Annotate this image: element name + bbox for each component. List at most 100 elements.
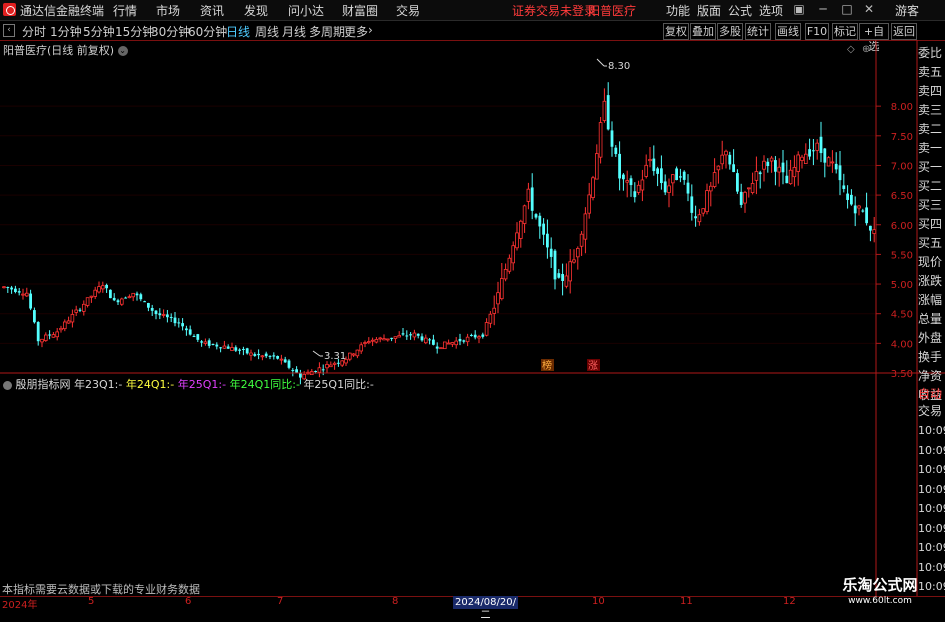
close-icon[interactable]: ✕ <box>860 1 878 17</box>
candle-body <box>503 269 508 280</box>
candle-body <box>762 160 766 170</box>
period-60min[interactable]: 60分钟 <box>188 23 227 40</box>
menu-wenxiaoda[interactable]: 问小达 <box>288 2 324 19</box>
tick-time: 10:09 <box>918 521 945 535</box>
ind-24q1-yoy-value: - <box>295 378 300 391</box>
period-1min[interactable]: 1分钟 <box>50 23 82 40</box>
menu-xuanxiang[interactable]: 选项 <box>759 2 783 19</box>
diamond-icon[interactable]: ◇ <box>847 44 855 55</box>
candle-body <box>743 191 747 204</box>
candle-body <box>640 179 645 191</box>
price-axis: 3.50 4.00 4.50 5.00 5.50 6.00 6.50 7.00 7.50 8.00 <box>876 102 913 380</box>
menu-caifuquan[interactable]: 财富圈 <box>342 2 378 19</box>
watermark-url: www.60lt.com <box>848 596 912 606</box>
period-fenshi[interactable]: 分时 <box>22 23 46 40</box>
candle-body <box>758 172 762 175</box>
candle-body <box>750 183 755 193</box>
indicator-note: 本指标需要云数据或下载的专业财务数据 <box>2 583 200 596</box>
tool-duogu[interactable]: 多股 <box>717 23 743 40</box>
candle-body <box>629 178 633 186</box>
ind-24q1-value: - <box>170 378 175 391</box>
candle-body <box>370 339 375 342</box>
y-tick-label: 7.50 <box>891 132 913 143</box>
menu-jiaoyi[interactable]: 交易 <box>396 2 420 19</box>
period-weekly[interactable]: 周线 <box>255 23 279 40</box>
kline-chart[interactable]: 3.50 4.00 4.50 5.00 5.50 6.00 6.50 7.00 7.50 8.00… <box>0 40 945 596</box>
tool-diejia[interactable]: 叠加 <box>690 23 716 40</box>
rp-trade[interactable]: 交易 <box>918 402 945 421</box>
period-30min[interactable]: 30分钟 <box>151 23 190 40</box>
candle-body <box>93 289 98 297</box>
candle-body <box>530 187 534 211</box>
expand-icon[interactable]: ⊕ <box>862 44 870 55</box>
menu-hangqing[interactable]: 行情 <box>113 2 137 19</box>
x-label: 11 <box>680 596 693 607</box>
tool-fanhui[interactable]: 返回 <box>891 23 917 40</box>
indicator-name[interactable]: 殷朋指标网 <box>16 378 71 391</box>
candle-body <box>785 175 789 184</box>
login-notice[interactable]: 证券交易未登录 <box>512 2 596 19</box>
candle-body <box>660 168 663 184</box>
menu-faxian[interactable]: 发现 <box>244 2 268 19</box>
candle-body <box>679 176 682 178</box>
period-daily[interactable]: 日线 <box>226 23 250 40</box>
watermark-title: 乐淘公式网 <box>842 576 918 594</box>
candle-body <box>819 136 823 154</box>
candle-body <box>321 369 325 371</box>
chevron-right-icon[interactable]: › <box>368 23 373 37</box>
period-5min[interactable]: 5分钟 <box>83 23 115 40</box>
candle-body <box>458 338 462 342</box>
candle-body <box>808 149 811 157</box>
candle-body <box>800 156 804 161</box>
tool-biaoji[interactable]: 标记 <box>832 23 858 40</box>
candle-body <box>846 193 849 200</box>
period-15min[interactable]: 15分钟 <box>115 23 154 40</box>
guest-label[interactable]: 游客 <box>895 2 919 19</box>
candle-body <box>830 161 835 164</box>
candle-body <box>812 150 815 152</box>
candle-body <box>736 173 739 192</box>
watermark: 乐淘公式网 www.60lt.com <box>830 574 930 606</box>
candle-body <box>249 352 253 356</box>
period-more[interactable]: 更多 <box>344 23 368 40</box>
candle-body <box>712 172 717 187</box>
menu-shichang[interactable]: 市场 <box>156 2 180 19</box>
rp-buy3: 买三 <box>918 198 943 212</box>
minimize-icon[interactable]: ─ <box>814 1 832 17</box>
maximize-icon[interactable]: □ <box>838 1 856 17</box>
candle-body <box>432 339 435 345</box>
tool-huaxian[interactable]: 画线 <box>775 23 801 40</box>
menu-gongshi[interactable]: 公式 <box>728 2 752 19</box>
candle-body <box>796 154 800 172</box>
period-monthly[interactable]: 月线 <box>282 23 306 40</box>
candle-body <box>226 346 230 349</box>
tool-fuquan[interactable]: 复权 <box>663 23 689 40</box>
tool-add-watchlist[interactable]: +自选 <box>859 23 889 53</box>
chevron-down-icon[interactable]: ⌄ <box>117 46 128 56</box>
skin-icon[interactable]: ▣ <box>790 1 808 17</box>
ind-25q1-yoy-value: - <box>369 378 374 391</box>
period-multi[interactable]: 多周期 <box>309 23 345 40</box>
candle-body <box>385 338 390 341</box>
tool-f10[interactable]: F10 <box>805 23 829 40</box>
marker-zhang-label: 涨 <box>588 360 598 372</box>
ind-23q1-value: - <box>118 378 123 391</box>
candle-body <box>470 334 473 336</box>
candle-body <box>291 369 295 371</box>
candle-body <box>625 180 629 183</box>
candle-body <box>420 336 424 341</box>
candle-body <box>40 338 44 343</box>
menu-banmian[interactable]: 版面 <box>697 2 721 19</box>
candle-body <box>109 289 112 299</box>
candle-body <box>701 208 705 214</box>
candle-body <box>697 214 702 223</box>
menu-zixun[interactable]: 资讯 <box>200 2 224 19</box>
candle-body <box>675 168 678 181</box>
chevron-left-icon[interactable]: ‹ <box>3 24 15 37</box>
candle-body <box>314 371 317 373</box>
menu-gongneng[interactable]: 功能 <box>666 2 690 19</box>
candle-body <box>401 333 405 335</box>
tool-tongji[interactable]: 统计 <box>745 23 771 40</box>
candle-body <box>823 148 827 163</box>
indicator-menu-icon[interactable] <box>3 380 12 390</box>
